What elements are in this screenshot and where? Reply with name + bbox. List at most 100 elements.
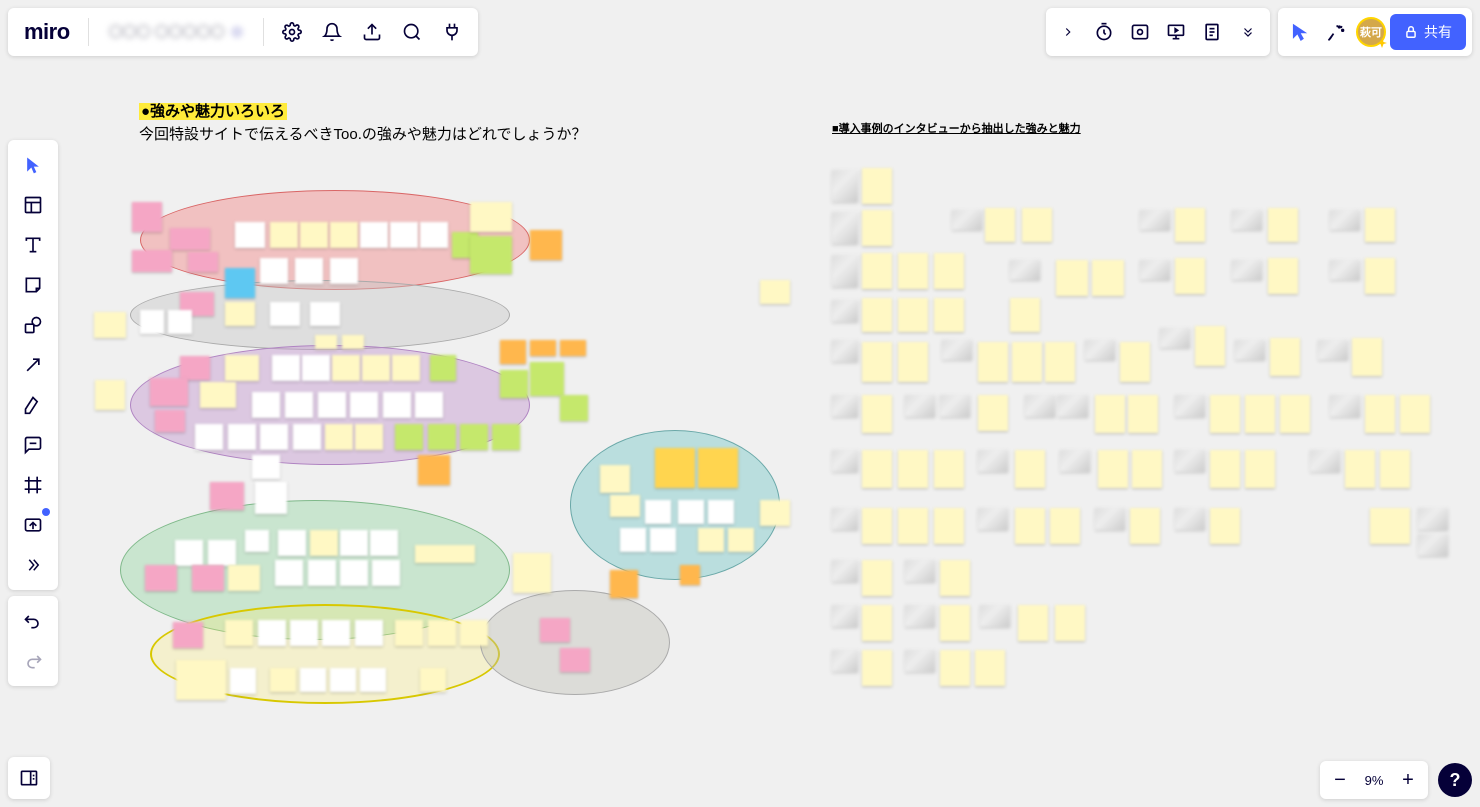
sticky-note[interactable] [188,252,218,272]
sticky-note[interactable] [513,553,551,593]
sticky-note[interactable] [600,465,630,493]
sticky-note[interactable] [340,530,368,556]
sticky-note[interactable] [1050,508,1080,544]
zoom-level[interactable]: 9% [1360,773,1388,788]
image-thumbnail[interactable] [980,605,1010,627]
shape-tool[interactable] [12,306,54,344]
image-thumbnail[interactable] [905,395,935,417]
sticky-note[interactable] [560,340,586,356]
sticky-note[interactable] [150,378,188,406]
sticky-note[interactable] [260,424,288,450]
sticky-note[interactable] [862,450,892,488]
sticky-note[interactable] [500,370,528,398]
image-thumbnail[interactable] [905,650,935,672]
sticky-note[interactable] [862,560,892,596]
sticky-note[interactable] [1010,298,1040,332]
sticky-note[interactable] [270,302,300,326]
notifications-button[interactable] [316,16,348,48]
sticky-note[interactable] [934,298,964,332]
miro-logo[interactable]: miro [18,19,76,45]
sticky-note[interactable] [610,495,640,517]
sticky-note[interactable] [1280,395,1310,433]
sticky-note[interactable] [1022,208,1052,242]
sticky-note[interactable] [1132,450,1162,488]
sticky-note[interactable] [1245,395,1275,433]
sticky-note[interactable] [168,310,192,334]
sticky-note[interactable] [415,545,475,563]
sticky-note[interactable] [470,202,512,232]
sticky-note[interactable] [225,620,253,646]
apps-button[interactable] [436,16,468,48]
sticky-note[interactable] [1380,450,1410,488]
hide-cursors-button[interactable] [1284,16,1316,48]
sticky-note[interactable] [650,528,676,552]
sticky-note[interactable] [760,500,790,526]
sticky-note[interactable] [978,395,1008,431]
sticky-note[interactable] [228,424,256,450]
sticky-note[interactable] [460,620,488,646]
collapse-button[interactable] [1052,16,1084,48]
sticky-note[interactable] [760,280,790,304]
sticky-note[interactable] [275,560,303,586]
image-thumbnail[interactable] [1175,395,1205,417]
sticky-note[interactable] [862,253,892,289]
line-tool[interactable] [12,346,54,384]
sticky-note[interactable] [1210,450,1240,488]
sticky-note[interactable] [255,482,287,514]
sticky-note[interactable] [372,560,400,586]
sticky-note[interactable] [420,668,446,692]
sticky-note[interactable] [293,424,321,450]
sticky-note[interactable] [310,302,340,326]
sticky-note[interactable] [428,424,456,450]
image-thumbnail[interactable] [905,605,935,627]
sticky-note[interactable] [245,530,269,552]
image-thumbnail[interactable] [1060,450,1090,472]
sticky-note[interactable] [645,500,671,524]
sticky-note[interactable] [680,565,700,585]
sticky-note[interactable] [210,482,244,510]
sticky-note[interactable] [325,424,353,450]
sticky-note[interactable] [1400,395,1430,433]
sticky-note[interactable] [862,508,892,544]
image-thumbnail[interactable] [1418,534,1448,556]
image-thumbnail[interactable] [832,650,858,672]
image-thumbnail[interactable] [942,340,972,360]
image-thumbnail[interactable] [832,560,858,582]
sticky-note[interactable] [492,424,520,450]
sticky-note[interactable] [330,258,358,284]
sticky-note[interactable] [1130,508,1160,544]
sticky-note[interactable] [258,620,286,646]
sticky-note[interactable] [1268,258,1298,294]
sticky-note[interactable] [862,298,892,332]
image-thumbnail[interactable] [832,605,858,627]
share-button[interactable]: 共有 [1390,14,1466,50]
sticky-note[interactable] [940,605,970,641]
board-name[interactable]: 〇〇〇 〇〇〇〇〇 [101,22,251,42]
sticky-note[interactable] [370,530,398,556]
sticky-note[interactable] [173,622,203,648]
image-thumbnail[interactable] [1058,395,1088,417]
sticky-note[interactable] [395,620,423,646]
sticky-note[interactable] [560,395,588,421]
voting-button[interactable] [1124,16,1156,48]
search-button[interactable] [396,16,428,48]
sticky-note[interactable] [340,560,368,586]
sticky-note[interactable] [530,340,556,356]
sticky-note[interactable] [415,392,443,418]
image-thumbnail[interactable] [832,212,858,244]
sticky-note[interactable] [175,540,203,566]
sticky-note[interactable] [420,222,448,248]
help-button[interactable]: ? [1438,763,1472,797]
select-tool[interactable] [12,146,54,184]
sticky-note[interactable] [355,424,383,450]
sticky-note[interactable] [285,392,313,418]
sticky-note[interactable] [698,448,738,488]
sticky-note[interactable] [360,222,388,248]
image-thumbnail[interactable] [978,508,1008,530]
sticky-note[interactable] [360,668,386,692]
sticky-note[interactable] [428,620,456,646]
sticky-note[interactable] [418,455,450,485]
image-thumbnail[interactable] [832,340,858,362]
image-thumbnail[interactable] [1095,508,1125,530]
sticky-note[interactable] [540,618,570,642]
